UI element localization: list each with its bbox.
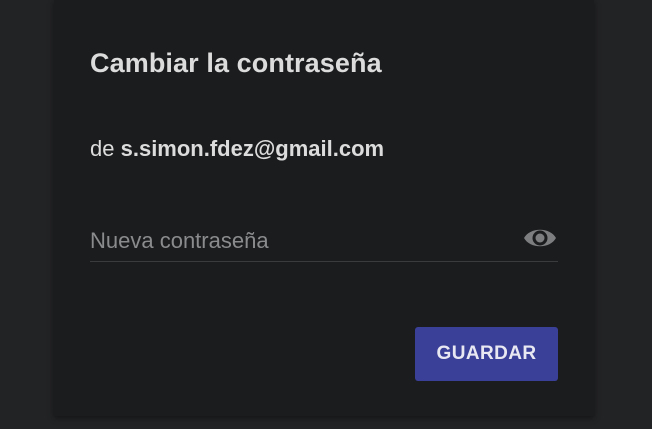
account-line: de s.simon.fdez@gmail.com [90,136,384,162]
eye-icon[interactable] [522,224,558,252]
change-password-card: Cambiar la contraseña de s.simon.fdez@gm… [54,0,594,416]
account-email: s.simon.fdez@gmail.com [120,136,385,161]
new-password-input[interactable] [90,224,510,258]
account-prefix: de [90,136,115,161]
new-password-field [90,216,558,262]
dialog-title: Cambiar la contraseña [90,48,382,78]
save-button[interactable]: GUARDAR [415,327,558,381]
